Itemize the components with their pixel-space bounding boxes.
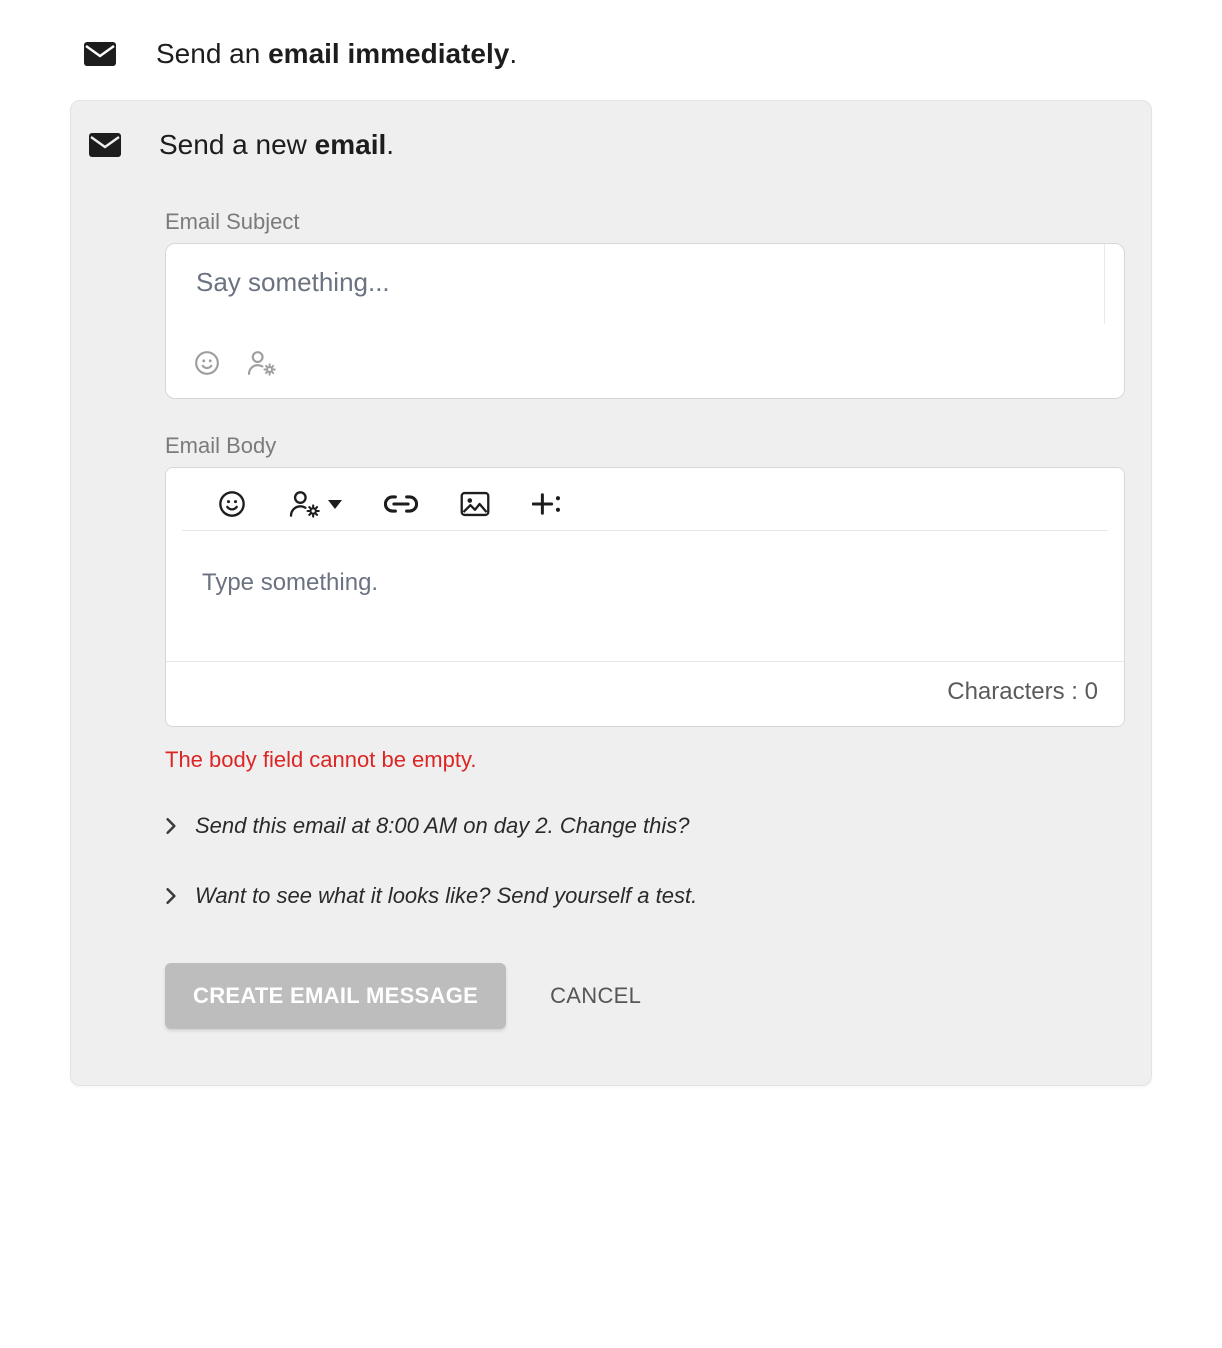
send-immediate-option[interactable]: Send an email immediately.: [70, 30, 1152, 100]
chevron-right-icon: [165, 887, 177, 905]
char-counter: Characters : 0: [166, 661, 1124, 726]
preview-expander[interactable]: Want to see what it looks like? Send you…: [165, 883, 1125, 909]
body-toolbar: [182, 468, 1108, 531]
chevron-right-icon: [165, 817, 177, 835]
envelope-icon: [89, 133, 123, 157]
emoji-icon[interactable]: [218, 490, 246, 518]
send-immediate-label: Send an email immediately.: [156, 38, 517, 70]
body-error-text: The body field cannot be empty.: [165, 747, 1125, 773]
chevron-down-icon: [328, 500, 342, 509]
more-insert-icon[interactable]: [532, 491, 562, 517]
subject-box: [165, 243, 1125, 399]
subject-label: Email Subject: [165, 209, 1125, 235]
link-icon[interactable]: [384, 494, 418, 514]
body-box: Type something. Characters : 0: [165, 467, 1125, 727]
body-editor[interactable]: Type something.: [166, 531, 1124, 661]
image-icon[interactable]: [460, 491, 490, 517]
body-label: Email Body: [165, 433, 1125, 459]
person-gear-icon[interactable]: [246, 350, 278, 376]
cancel-button[interactable]: Cancel: [544, 982, 647, 1010]
person-gear-dropdown[interactable]: [288, 490, 342, 518]
card-title: Send a new email.: [159, 129, 394, 161]
preview-expander-label: Want to see what it looks like? Send you…: [195, 883, 697, 909]
emoji-icon[interactable]: [194, 350, 220, 376]
scrollbar-track[interactable]: [1104, 244, 1124, 324]
create-email-button[interactable]: Create Email Message: [165, 963, 506, 1029]
card-header: Send a new email.: [89, 129, 1125, 161]
schedule-expander[interactable]: Send this email at 8:00 AM on day 2. Cha…: [165, 813, 1125, 839]
subject-input[interactable]: [194, 266, 1096, 299]
envelope-icon: [84, 42, 118, 66]
schedule-expander-label: Send this email at 8:00 AM on day 2. Cha…: [195, 813, 689, 839]
compose-email-card: Send a new email. Email Subject: [70, 100, 1152, 1086]
